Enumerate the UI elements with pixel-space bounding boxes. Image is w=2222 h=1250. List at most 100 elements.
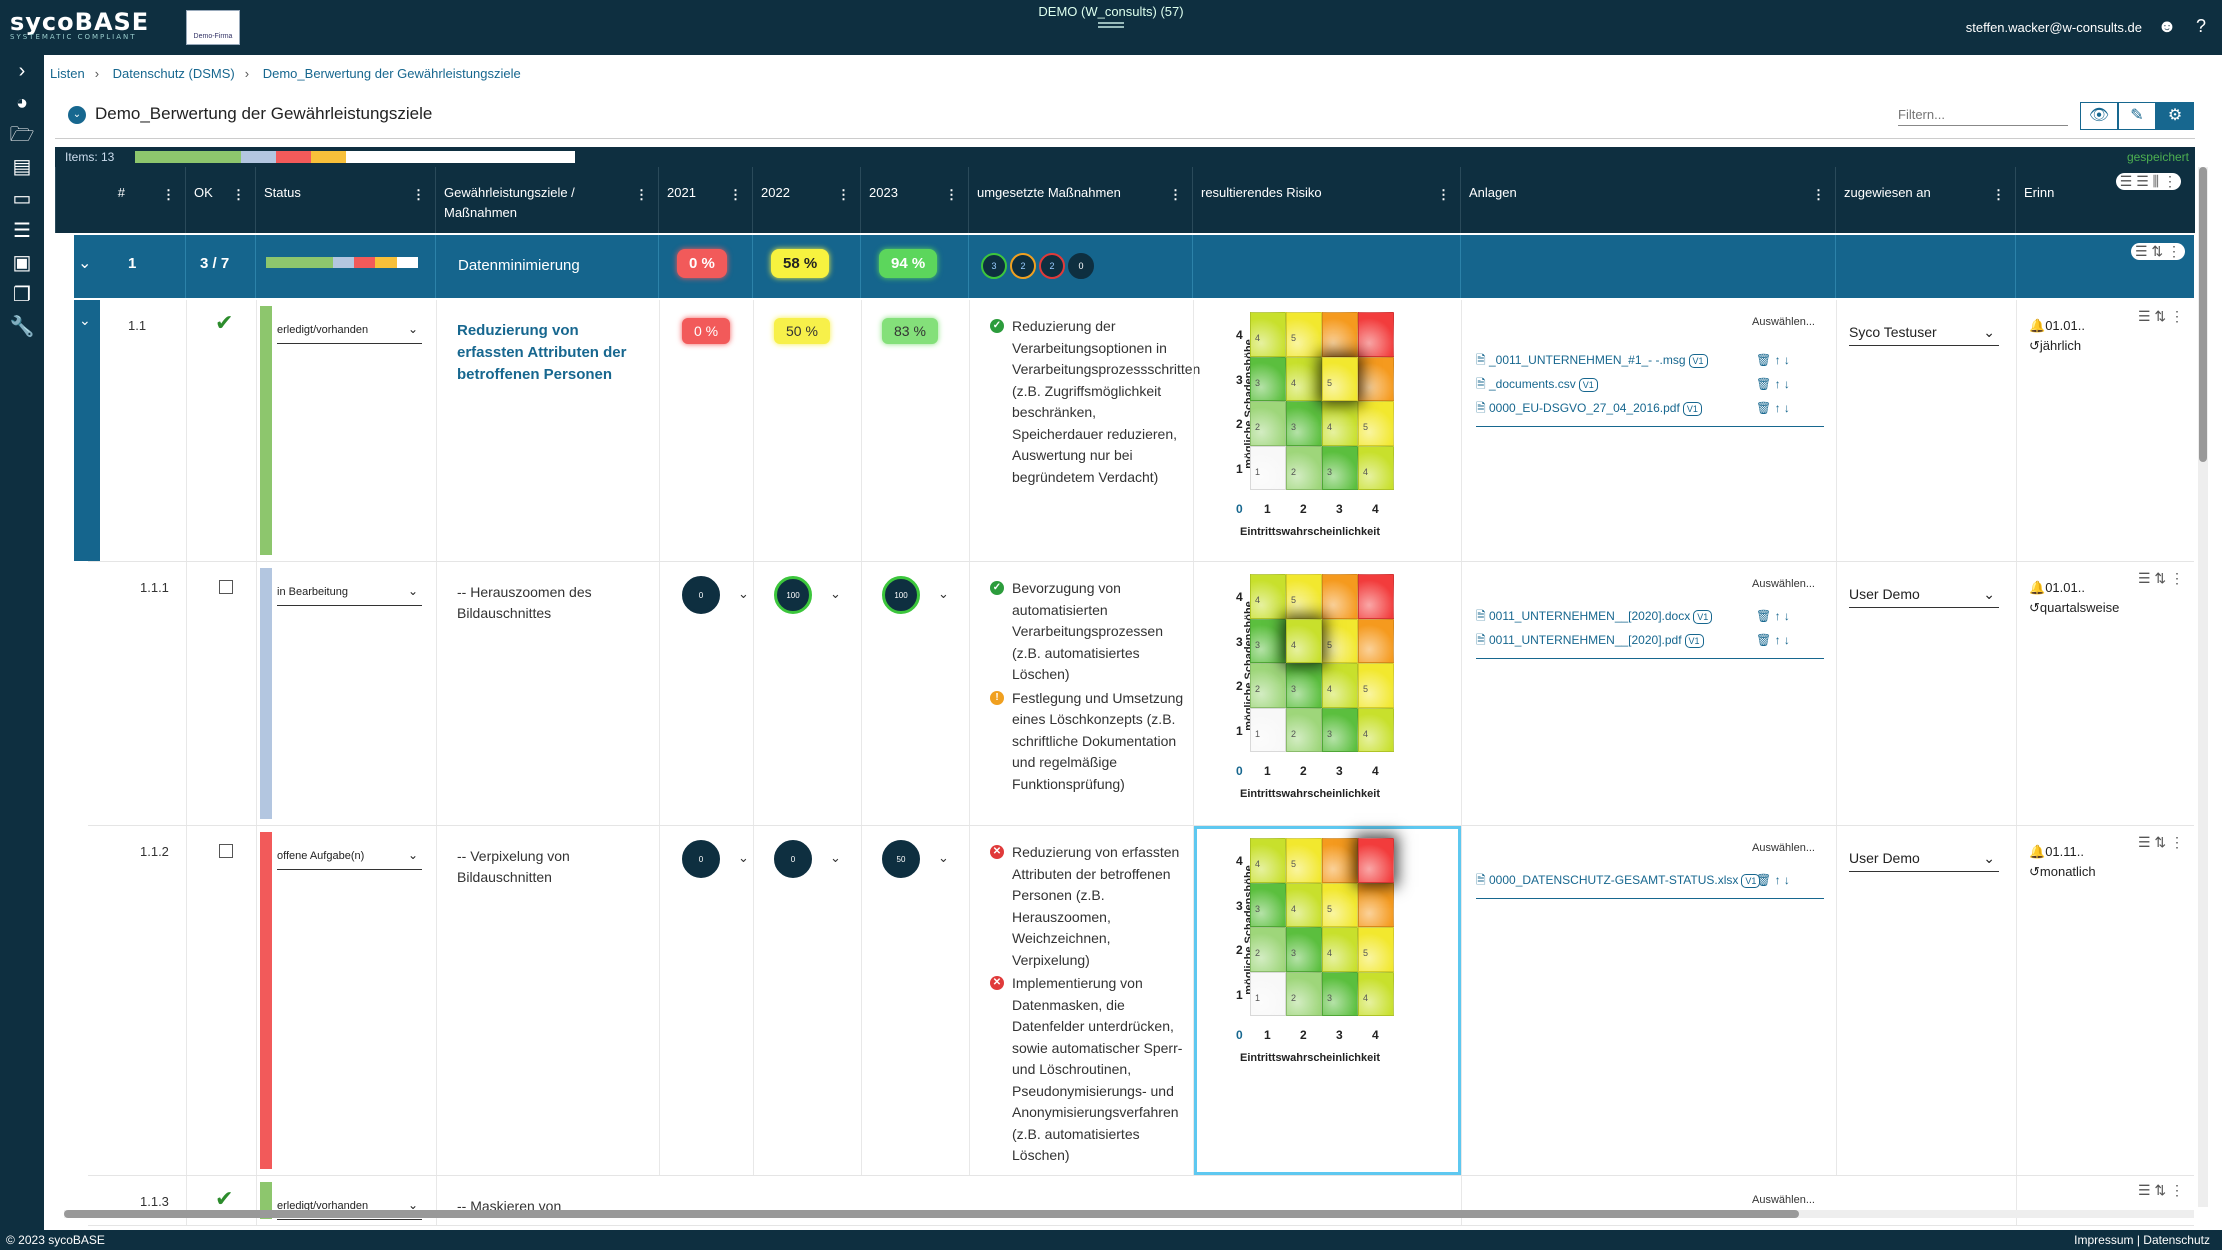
year-donut[interactable]: 100: [774, 576, 812, 614]
row-tools[interactable]: ☰ ⇅ ⋮: [2133, 834, 2188, 851]
risk-matrix-cell[interactable]: 2: [1286, 971, 1322, 1016]
chevron-down-icon[interactable]: ⌄: [830, 850, 841, 866]
version-badge[interactable]: V1: [1578, 378, 1598, 392]
header-tools[interactable]: ☰ ☰ ⫼ ⋮: [2115, 173, 2181, 190]
risk-matrix-cell[interactable]: 1: [1250, 971, 1286, 1016]
attachment-name[interactable]: 0011_UNTERNEHMEN__[2020].docx: [1489, 609, 1690, 623]
risk-matrix-cell[interactable]: 5: [1322, 882, 1358, 927]
status-select[interactable]: erledigt/vorhanden ⌄: [277, 320, 422, 344]
checkmark-icon[interactable]: ✔: [215, 310, 233, 336]
checkbox[interactable]: [219, 844, 233, 858]
year-donut[interactable]: 50: [882, 840, 920, 878]
attachment-item[interactable]: 🗎 0011_UNTERNEHMEN__[2020].docx V1 🗑 ↑ ↓: [1476, 604, 1826, 628]
attachment-name[interactable]: 0011_UNTERNEHMEN__[2020].pdf: [1489, 633, 1682, 647]
risk-matrix-cell[interactable]: 3: [1286, 927, 1322, 972]
risk-matrix-cell[interactable]: 3: [1322, 707, 1358, 752]
attachment-name[interactable]: _0011_UNTERNEHMEN_#1_- -.msg: [1489, 353, 1686, 367]
risk-matrix-cell[interactable]: 4: [1358, 445, 1394, 490]
risk-matrix-cell[interactable]: 4: [1250, 574, 1286, 619]
risk-matrix-cell[interactable]: 2: [1286, 707, 1322, 752]
year-donut[interactable]: 0: [682, 576, 720, 614]
risk-matrix-cell[interactable]: 3: [1250, 882, 1286, 927]
risk-matrix-grid[interactable]: 4534523451234: [1250, 312, 1394, 490]
risk-matrix-cell[interactable]: 3: [1250, 356, 1286, 401]
user-icon[interactable]: ☻: [2156, 16, 2178, 38]
select-file-link[interactable]: Auswählen...: [1752, 842, 1815, 854]
risk-matrix-cell[interactable]: 3: [1250, 618, 1286, 663]
risk-matrix-cell[interactable]: 5: [1286, 312, 1322, 357]
risk-matrix-cell[interactable]: 5: [1286, 574, 1322, 619]
risk-matrix-cell[interactable]: [1358, 312, 1394, 357]
risk-matrix-cell[interactable]: 1: [1250, 445, 1286, 490]
version-badge[interactable]: V1: [1682, 402, 1702, 416]
group-row[interactable]: ⌄ 1 3 / 7 Datenminimierung 0 % 58 % 94 %…: [74, 235, 2194, 298]
risk-matrix-cell[interactable]: 2: [1286, 445, 1322, 490]
status-select[interactable]: offene Aufgabe(n) ⌄: [277, 846, 422, 870]
breadcrumb-listen[interactable]: Listen: [50, 66, 85, 81]
risk-matrix-cell[interactable]: 2: [1250, 401, 1286, 446]
risk-matrix-cell[interactable]: 3: [1322, 445, 1358, 490]
risk-matrix-cell[interactable]: 4: [1358, 971, 1394, 1016]
view-icon[interactable]: 👁: [2080, 102, 2118, 130]
risk-matrix-cell[interactable]: 4: [1322, 401, 1358, 446]
reminder[interactable]: 🔔01.01.. ↺quartalsweise: [2029, 578, 2119, 618]
risk-matrix-cell[interactable]: 4: [1322, 927, 1358, 972]
attachment-actions[interactable]: 🗑 ↑ ↓: [1756, 348, 1790, 372]
col-2022[interactable]: 2022 ⋮: [752, 167, 860, 233]
year-donut[interactable]: 0: [774, 840, 812, 878]
edit-icon[interactable]: ✎: [2118, 102, 2156, 130]
contacts-icon[interactable]: ▣: [0, 247, 44, 279]
col-ok[interactable]: OK ⋮: [185, 167, 255, 233]
risk-matrix-cell[interactable]: 3: [1286, 401, 1322, 446]
table-row[interactable]: 1.1.2 offene Aufgabe(n) ⌄ -- Verpixelung …: [88, 826, 2194, 1176]
risk-matrix-cell[interactable]: [1322, 312, 1358, 357]
risk-matrix-grid[interactable]: 4534523451234: [1250, 574, 1394, 752]
folder-icon[interactable]: 🗁: [0, 119, 44, 151]
list-icon[interactable]: ☰: [0, 215, 44, 247]
risk-matrix-cell[interactable]: 4: [1322, 663, 1358, 708]
risk-matrix-cell[interactable]: 5: [1286, 838, 1322, 883]
risk-matrix-cell[interactable]: [1358, 838, 1394, 883]
version-badge[interactable]: V1: [1684, 634, 1704, 648]
col-2023[interactable]: 2023 ⋮: [860, 167, 968, 233]
chevron-down-icon[interactable]: ⌄: [830, 586, 841, 602]
risk-matrix-cell[interactable]: 5: [1358, 927, 1394, 972]
risk-matrix-cell[interactable]: 4: [1358, 707, 1394, 752]
sitemap-icon[interactable]: ⚙: [2156, 102, 2194, 130]
risk-matrix-cell[interactable]: 3: [1322, 971, 1358, 1016]
risk-matrix-cell[interactable]: [1358, 574, 1394, 619]
risk-matrix-cell[interactable]: 4: [1250, 312, 1286, 357]
risk-matrix-cell[interactable]: [1322, 838, 1358, 883]
risk-matrix-cell[interactable]: 5: [1358, 401, 1394, 446]
risk-matrix-cell[interactable]: 4: [1286, 356, 1322, 401]
col-status[interactable]: Status ⋮: [255, 167, 435, 233]
attachment-name[interactable]: 0000_EU-DSGVO_27_04_2016.pdf: [1489, 401, 1680, 415]
group-row-tools[interactable]: ☰ ⇅ ⋮: [2130, 243, 2185, 260]
select-file-link[interactable]: Auswählen...: [1752, 316, 1815, 328]
risk-matrix-cell[interactable]: [1358, 882, 1394, 927]
attachment-name[interactable]: _documents.csv: [1489, 377, 1576, 391]
row-expand-bar[interactable]: ⌄: [74, 300, 100, 561]
col-massnahmen[interactable]: umgesetzte Maßnahmen ⋮: [968, 167, 1192, 233]
select-file-link[interactable]: Auswählen...: [1752, 1194, 1815, 1206]
checkmark-icon[interactable]: ✔: [215, 1186, 233, 1212]
attachment-item[interactable]: 🗎 _0011_UNTERNEHMEN_#1_- -.msg V1 🗑 ↑ ↓: [1476, 348, 1826, 372]
assignee-select[interactable]: User Demo ⌄: [1849, 580, 1999, 608]
breadcrumb-datenschutz[interactable]: Datenschutz (DSMS): [113, 66, 235, 81]
dashboard-icon[interactable]: ◕: [0, 87, 44, 119]
chevron-down-icon[interactable]: ⌄: [938, 850, 949, 866]
chevron-down-icon[interactable]: ⌄: [738, 586, 749, 602]
chevron-down-icon[interactable]: ⌄: [938, 586, 949, 602]
checkbox[interactable]: [219, 580, 233, 594]
risk-matrix-cell[interactable]: 3: [1286, 663, 1322, 708]
risk-matrix-cell[interactable]: [1358, 618, 1394, 663]
menu-toggle-icon[interactable]: [1098, 22, 1124, 24]
risk-matrix-grid[interactable]: 4534523451234: [1250, 838, 1394, 1016]
attachment-actions[interactable]: 🗑 ↑ ↓: [1756, 396, 1790, 420]
year-donut[interactable]: 100: [882, 576, 920, 614]
risk-matrix-cell[interactable]: 4: [1286, 618, 1322, 663]
risk-matrix-cell[interactable]: 2: [1250, 663, 1286, 708]
table-row[interactable]: ⌄ 1.1 ✔ erledigt/vorhanden ⌄ Reduzierung …: [74, 300, 2194, 562]
attachment-item[interactable]: 🗎 0011_UNTERNEHMEN__[2020].pdf V1 🗑 ↑ ↓: [1476, 628, 1826, 652]
risk-matrix-cell[interactable]: [1358, 356, 1394, 401]
